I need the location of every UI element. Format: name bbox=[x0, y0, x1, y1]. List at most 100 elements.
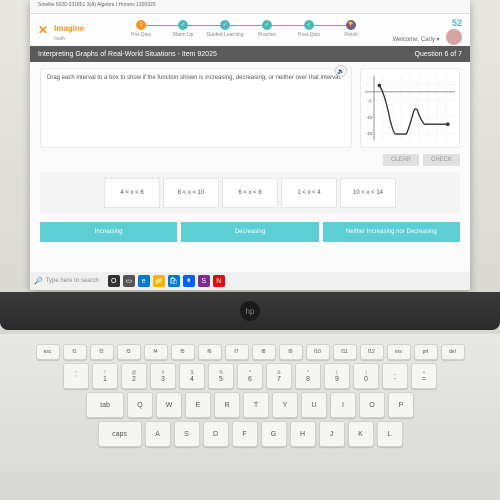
key-f1: f1 bbox=[63, 344, 87, 360]
interval-card[interactable]: 6 < x < 8 bbox=[222, 178, 278, 208]
welcome-text[interactable]: Welcome, Carly ▾ bbox=[393, 37, 440, 43]
search-input[interactable]: Type here to search bbox=[46, 278, 99, 284]
check-button[interactable]: CHECK bbox=[423, 154, 460, 166]
key-f3: f3 bbox=[117, 344, 141, 360]
app-icon[interactable]: S bbox=[198, 275, 210, 287]
key-p: P bbox=[388, 392, 414, 418]
progress-tracker: 1 Pre-Quiz ✓ Warm Up ✓ Guided Learning ✓ bbox=[120, 20, 372, 38]
progress-line bbox=[188, 25, 220, 26]
instruction-text: Drag each interval to a box to show if t… bbox=[47, 75, 342, 81]
key-ins: ins bbox=[387, 344, 411, 360]
explorer-icon[interactable]: 📁 bbox=[153, 275, 165, 287]
key-w: W bbox=[156, 392, 182, 418]
search-icon[interactable]: 🔎 bbox=[34, 277, 43, 285]
key-9: (9 bbox=[324, 363, 350, 389]
brand-name: Imagine bbox=[54, 24, 84, 33]
dropzone-neither[interactable]: Neither Increasing nor Decreasing bbox=[323, 222, 460, 242]
photo-frame: Smellie 5020-231851 3(A) Algebra I Honor… bbox=[0, 0, 500, 500]
progress-dot: ✓ bbox=[304, 20, 314, 30]
key--: _- bbox=[382, 363, 408, 389]
trophy-icon: 🏆 bbox=[346, 20, 356, 30]
key-7: &7 bbox=[266, 363, 292, 389]
lesson-title: Interpreting Graphs of Real-World Situat… bbox=[38, 51, 217, 58]
progress-step-practice[interactable]: ✓ Practice bbox=[246, 20, 288, 38]
function-graph: -5 -10 -15 bbox=[365, 73, 455, 143]
netflix-icon[interactable]: N bbox=[213, 275, 225, 287]
interval-card[interactable]: 4 < x < 6 bbox=[104, 178, 160, 208]
keyboard-fn-row: escf1f2f3f4f5f6f7f8f9f10f11f12insprtdel bbox=[28, 344, 472, 360]
key-q: Q bbox=[127, 392, 153, 418]
key-f11: f11 bbox=[333, 344, 357, 360]
key-1: !1 bbox=[92, 363, 118, 389]
hp-logo: hp bbox=[240, 301, 260, 321]
taskview-icon[interactable]: ▭ bbox=[123, 275, 135, 287]
key-y: Y bbox=[272, 392, 298, 418]
browser-window: Smellie 5020-231851 3(A) Algebra I Honor… bbox=[30, 0, 470, 290]
progress-line bbox=[146, 25, 178, 26]
user-area: 52 Welcome, Carly ▾ bbox=[393, 18, 462, 46]
content-area: 🔊 Drag each interval to a box to show if… bbox=[30, 62, 470, 290]
browser-tab-strip: Smellie 5020-231851 3(A) Algebra I Honor… bbox=[30, 0, 470, 14]
progress-dot: ✓ bbox=[262, 20, 272, 30]
avatar[interactable] bbox=[446, 29, 462, 45]
laptop-keyboard: escf1f2f3f4f5f6f7f8f9f10f11f12insprtdel … bbox=[0, 334, 500, 500]
key-f7: f7 bbox=[225, 344, 249, 360]
key-f: F bbox=[232, 421, 258, 447]
interval-card[interactable]: 10 < x < 14 bbox=[340, 178, 396, 208]
key-4: $4 bbox=[179, 363, 205, 389]
question-bar: Interpreting Graphs of Real-World Situat… bbox=[30, 46, 470, 62]
key-g: G bbox=[261, 421, 287, 447]
keyboard-num-row: ~`!1@2#3$4%5^6&7*8(9)0_-+= bbox=[28, 363, 472, 389]
key-=: += bbox=[411, 363, 437, 389]
cortana-icon[interactable]: O bbox=[108, 275, 120, 287]
key-8: *8 bbox=[295, 363, 321, 389]
progress-step-prequiz[interactable]: 1 Pre-Quiz bbox=[120, 20, 162, 38]
interval-cards-tray: 4 < x < 6 8 < x < 10 6 < x < 8 1 < x < 4… bbox=[40, 172, 460, 214]
svg-text:-5: -5 bbox=[368, 99, 372, 104]
key-f5: f5 bbox=[171, 344, 195, 360]
interval-card[interactable]: 8 < x < 10 bbox=[163, 178, 219, 208]
key-h: H bbox=[290, 421, 316, 447]
progress-step-warmup[interactable]: ✓ Warm Up bbox=[162, 20, 204, 38]
key-f6: f6 bbox=[198, 344, 222, 360]
key-k: K bbox=[348, 421, 374, 447]
graph-box: -5 -10 -15 bbox=[360, 68, 460, 148]
key-f10: f10 bbox=[306, 344, 330, 360]
key-caps: caps bbox=[98, 421, 142, 447]
key-l: L bbox=[377, 421, 403, 447]
key-i: I bbox=[330, 392, 356, 418]
key-f8: f8 bbox=[252, 344, 276, 360]
progress-dot: ✓ bbox=[178, 20, 188, 30]
key-a: A bbox=[145, 421, 171, 447]
dropzone-increasing[interactable]: Increasing bbox=[40, 222, 177, 242]
key-u: U bbox=[301, 392, 327, 418]
key-o: O bbox=[359, 392, 385, 418]
key-5: %5 bbox=[208, 363, 234, 389]
svg-text:-15: -15 bbox=[366, 131, 373, 136]
progress-step-guided[interactable]: ✓ Guided Learning bbox=[204, 20, 246, 38]
edge-icon[interactable]: e bbox=[138, 275, 150, 287]
app-header: ✕ Imagine math 1 Pre-Quiz ✓ Warm Up bbox=[30, 14, 470, 46]
dropzone-decreasing[interactable]: Decreasing bbox=[181, 222, 318, 242]
instruction-box: 🔊 Drag each interval to a box to show if… bbox=[40, 68, 352, 148]
key-esc: esc bbox=[36, 344, 60, 360]
progress-step-postquiz[interactable]: ✓ Post-Quiz bbox=[288, 20, 330, 38]
laptop-bezel: hp bbox=[0, 292, 500, 330]
audio-icon[interactable]: 🔊 bbox=[335, 65, 347, 77]
progress-step-finish[interactable]: 🏆 Finish bbox=[330, 20, 372, 38]
progress-dot: 1 bbox=[136, 20, 146, 30]
dropbox-icon[interactable]: ⬧ bbox=[183, 275, 195, 287]
interval-card[interactable]: 1 < x < 4 bbox=[281, 178, 337, 208]
clear-button[interactable]: CLEAR bbox=[383, 154, 419, 166]
key-f2: f2 bbox=[90, 344, 114, 360]
svg-text:-10: -10 bbox=[366, 115, 373, 120]
key-e: E bbox=[185, 392, 211, 418]
brand-logo[interactable]: ✕ Imagine math bbox=[38, 18, 84, 42]
store-icon[interactable]: 🛍 bbox=[168, 275, 180, 287]
key-r: R bbox=[214, 392, 240, 418]
key-f4: f4 bbox=[144, 344, 168, 360]
keyboard-asdf-row: capsASDFGHJKL bbox=[28, 421, 472, 447]
key-3: #3 bbox=[150, 363, 176, 389]
key-2: @2 bbox=[121, 363, 147, 389]
key-6: ^6 bbox=[237, 363, 263, 389]
